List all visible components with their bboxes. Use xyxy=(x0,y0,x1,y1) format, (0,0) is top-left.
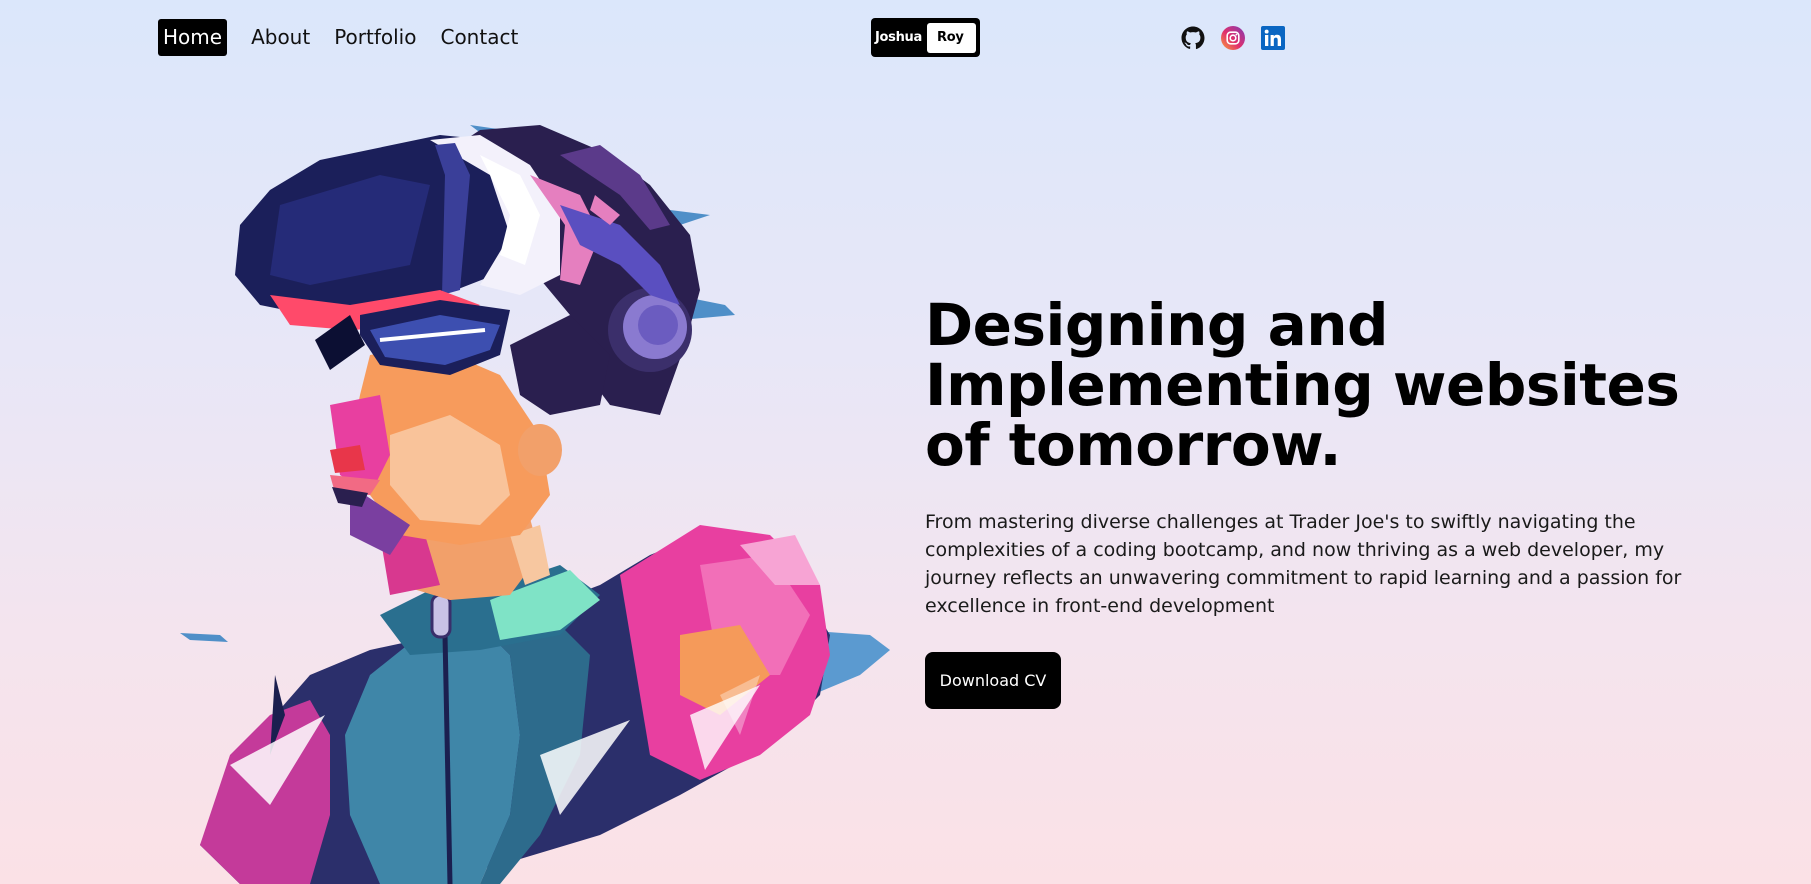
download-cv-button[interactable]: Download CV xyxy=(925,652,1061,709)
site-logo[interactable]: Joshua Roy xyxy=(871,18,980,57)
hero-description: From mastering diverse challenges at Tra… xyxy=(925,511,1682,617)
logo-last-name: Roy xyxy=(927,22,976,53)
nav-link-contact[interactable]: Contact xyxy=(436,19,522,56)
social-links xyxy=(1181,26,1285,50)
linkedin-icon[interactable] xyxy=(1261,26,1285,50)
logo-first-name: Joshua xyxy=(875,30,922,45)
nav-link-home[interactable]: Home xyxy=(158,19,228,56)
hero-title: Designing and Implementing websites of t… xyxy=(925,291,1680,479)
nav-link-portfolio[interactable]: Portfolio xyxy=(330,19,420,56)
github-icon[interactable] xyxy=(1181,26,1205,50)
main-nav: Home About Portfolio Contact xyxy=(158,19,534,56)
nav-link-about[interactable]: About xyxy=(247,19,314,56)
instagram-icon[interactable] xyxy=(1221,26,1245,50)
vr-headset-person-illustration xyxy=(180,125,890,884)
